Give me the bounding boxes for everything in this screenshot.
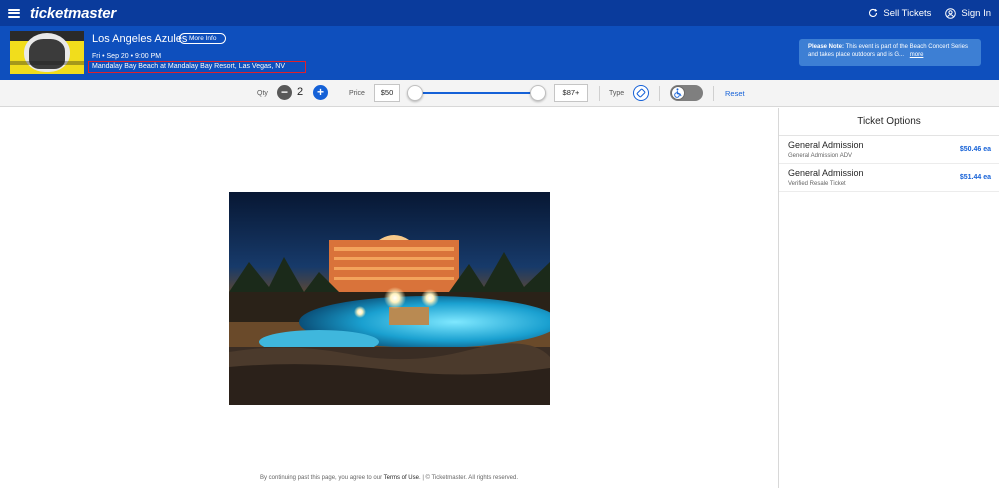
event-poster (10, 31, 84, 74)
event-note: Please Note: This event is part of the B… (799, 39, 981, 66)
refresh-icon (869, 8, 878, 17)
accessible-toggle[interactable] (670, 85, 703, 101)
divider (659, 86, 660, 101)
menu-icon[interactable] (8, 8, 20, 18)
ticket-subtitle: Verified Resale Ticket (788, 181, 846, 187)
price-slider-min-handle[interactable] (407, 85, 423, 101)
wheelchair-icon (674, 88, 682, 98)
ticket-price: $51.44 ea (959, 174, 991, 181)
ticket-option[interactable]: General Admission Verified Resale Ticket… (779, 164, 999, 192)
price-slider-max-handle[interactable] (530, 85, 546, 101)
price-label: Price (349, 90, 365, 97)
footer: By continuing past this page, you agree … (0, 475, 778, 481)
qty-value: 2 (297, 86, 304, 98)
event-header: Los Angeles Azules More Info Fri • Sep 2… (0, 26, 999, 80)
ticket-option[interactable]: General Admission General Admission ADV … (779, 136, 999, 164)
reset-button[interactable]: Reset (725, 89, 745, 98)
price-slider-track[interactable] (414, 92, 538, 94)
ticket-type-button[interactable] (633, 85, 649, 101)
type-label: Type (609, 90, 625, 97)
venue-photo (229, 192, 550, 405)
user-icon (945, 7, 957, 19)
price-max-input[interactable]: $87+ (554, 84, 588, 102)
qty-increase-button[interactable]: + (313, 85, 328, 100)
qty-decrease-button[interactable]: − (277, 85, 292, 100)
event-date: Fri • Sep 20 • 9:00 PM (92, 53, 162, 60)
top-nav: ticketmaster Sell Tickets Sign In (0, 0, 999, 26)
event-title: Los Angeles Azules (92, 33, 188, 45)
sign-in-label: Sign In (961, 7, 991, 19)
note-more-link[interactable]: more (910, 52, 924, 58)
divider (713, 86, 714, 101)
sign-in-link[interactable]: Sign In (945, 8, 991, 19)
panel-title: Ticket Options (779, 108, 999, 136)
filter-bar: Qty − 2 + Price $50 $87+ Type Reset (0, 80, 999, 107)
more-info-button[interactable]: More Info (179, 33, 227, 44)
qty-label: Qty (257, 90, 268, 97)
brand-logo[interactable]: ticketmaster (30, 5, 116, 22)
divider (599, 86, 600, 101)
venue-photo-graphic (229, 192, 550, 405)
ticket-price: $50.46 ea (959, 146, 991, 153)
footer-prefix: By continuing past this page, you agree … (259, 475, 383, 481)
footer-suffix: . | © Ticketmaster. All rights reserved. (418, 475, 518, 481)
nav-right: Sell Tickets Sign In (854, 8, 991, 19)
ticket-name: General Admission (788, 168, 864, 178)
venue-map-area[interactable]: By continuing past this page, you agree … (0, 108, 778, 488)
terms-of-use-link[interactable]: Terms of Use (384, 475, 419, 481)
toggle-knob (671, 86, 685, 100)
sell-tickets-label: Sell Tickets (883, 7, 932, 19)
ticket-options-panel: Ticket Options General Admission General… (778, 108, 999, 488)
sell-tickets-link[interactable]: Sell Tickets (868, 8, 931, 19)
ticket-name: General Admission (788, 140, 864, 150)
note-label: Please Note: (808, 44, 845, 50)
price-min-input[interactable]: $50 (374, 84, 400, 102)
event-venue: Mandalay Bay Beach at Mandalay Bay Resor… (88, 61, 306, 73)
ticket-icon (636, 88, 646, 98)
ticket-subtitle: General Admission ADV (788, 153, 853, 159)
